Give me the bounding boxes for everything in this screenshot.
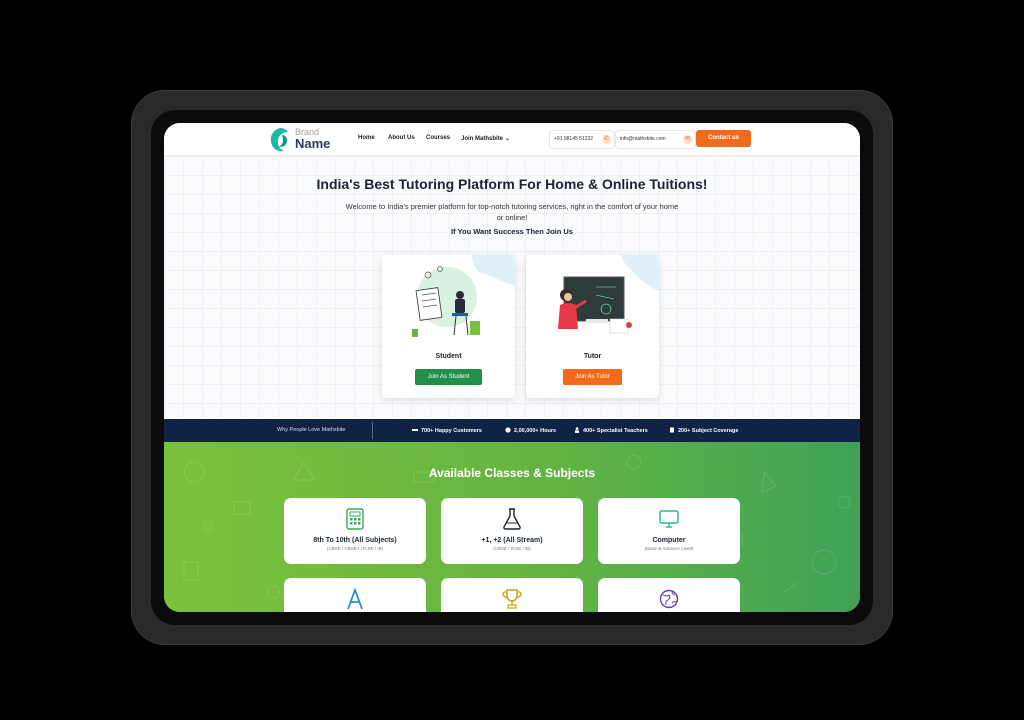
mail-icon: ✉	[683, 135, 692, 144]
calculator-icon	[346, 508, 364, 530]
site-header: Brand Name Home About Us Courses Join Ma…	[164, 123, 860, 156]
hero-title: India's Best Tutoring Platform For Home …	[316, 176, 708, 192]
join-as-tutor-button[interactable]: Join As Tutor	[563, 369, 622, 385]
stat-hours: 2,00,000+ Hours	[505, 427, 556, 434]
tutor-illustration-icon	[526, 255, 659, 343]
browser-viewport: Brand Name Home About Us Courses Join Ma…	[164, 123, 860, 612]
class-note: (Basic & Advance Level)	[644, 546, 694, 551]
class-card[interactable]: Computer (Basic & Advance Level)	[598, 498, 740, 564]
nav-home[interactable]: Home	[358, 135, 375, 141]
student-card: Student Join As Student	[382, 255, 515, 398]
stats-lead-text: Why People Love Mathsbite	[277, 427, 346, 433]
hero-cta-text: If You Want Success Then Join Us	[451, 227, 573, 236]
stat-text: 200+ Subject Coverage	[678, 428, 739, 434]
email-pill[interactable]: info@mathsbite.com ✉	[615, 130, 696, 149]
email-address: info@mathsbite.com	[620, 136, 666, 142]
class-card[interactable]: 8th To 10th (All Subjects) (CBSE / CBSE-…	[284, 498, 426, 564]
class-note: (CBSE / CBSE-I / ICSE / IB)	[326, 546, 384, 551]
stat-text: 400+ Specialist Teachers	[583, 428, 648, 434]
teacher-icon	[575, 427, 579, 433]
nav-courses[interactable]: Courses	[426, 135, 450, 141]
book-icon	[670, 427, 674, 433]
class-card[interactable]	[598, 578, 740, 612]
phone-icon: ✆	[602, 135, 611, 144]
class-title: 8th To 10th (All Subjects)	[313, 537, 397, 544]
computer-icon	[659, 510, 679, 528]
letter-a-icon	[347, 588, 363, 610]
logo-name-text: Name	[295, 136, 331, 151]
tutor-card-label: Tutor	[583, 353, 602, 360]
phone-number: +91 98145 51232	[554, 136, 594, 142]
nav-join-dropdown[interactable]: Join Mathsbite ⌄	[461, 135, 510, 142]
logo-icon[interactable]	[268, 127, 292, 153]
flask-icon	[503, 508, 521, 530]
class-card[interactable]: +1, +2 (All Stream) (CBSE / ICSE / IB)	[441, 498, 583, 564]
handshake-icon	[412, 429, 418, 431]
contact-us-button[interactable]: Contact us	[696, 130, 751, 147]
classes-title: Available Classes & Subjects	[428, 466, 596, 480]
stat-teachers: 400+ Specialist Teachers	[574, 427, 648, 434]
hero-section: India's Best Tutoring Platform For Home …	[164, 156, 860, 418]
chevron-down-icon: ⌄	[505, 136, 511, 142]
class-note: (CBSE / ICSE / IB)	[493, 546, 531, 551]
classes-section: Available Classes & Subjects 8th To 10th…	[164, 442, 860, 612]
stat-happy-customers: 700+ Happy Customers	[412, 427, 482, 434]
tutor-card: Tutor Join As Tutor	[526, 255, 659, 398]
nav-about-us[interactable]: About Us	[388, 135, 415, 141]
nav-join-label: Join Mathsbite	[461, 136, 504, 142]
trophy-icon	[502, 589, 522, 609]
join-as-student-button[interactable]: Join As Student	[415, 369, 482, 385]
stats-bar: Why People Love Mathsbite 700+ Happy Cus…	[164, 419, 860, 442]
student-illustration-icon	[382, 255, 515, 343]
globe-icon	[659, 589, 679, 609]
stat-subjects: 200+ Subject Coverage	[669, 427, 738, 434]
stats-divider	[372, 422, 373, 439]
phone-pill[interactable]: +91 98145 51232 ✆	[549, 130, 615, 149]
class-title: +1, +2 (All Stream)	[481, 537, 543, 544]
stat-text: 700+ Happy Customers	[421, 428, 482, 434]
class-title: Computer	[652, 537, 686, 544]
clock-icon	[505, 427, 511, 433]
class-card[interactable]	[441, 578, 583, 612]
student-card-label: Student	[435, 353, 462, 360]
stat-text: 2,00,000+ Hours	[514, 428, 557, 434]
class-card[interactable]	[284, 578, 426, 612]
hero-subtitle: Welcome to India's premier platform for …	[345, 202, 679, 222]
